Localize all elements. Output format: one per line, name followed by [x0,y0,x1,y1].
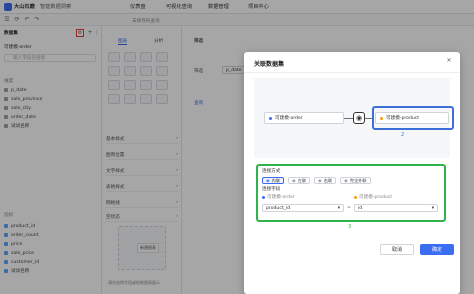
join-dataset-dialog: 关联数据集 ✕ 可建模-order ◉ 可建模-product 2 连接方式 ◉… [244,52,460,294]
close-icon[interactable]: ✕ [446,58,452,64]
ok-button[interactable]: 确定 [420,244,454,255]
dialog-title: 关联数据集 [254,61,285,68]
join-inner-option[interactable]: ◉ 内联 [262,177,285,184]
join-method-options: ◉ 内联 ◉ 左联 ◉ 右联 ◉ 完全外联 [262,177,371,184]
annotation-3: 3 [348,224,352,230]
join-method-label: 连接方式 [262,169,281,174]
right-dataset-label: 可建模-product [354,194,392,200]
left-dataset-label: 可建模-order [262,194,295,200]
cancel-button[interactable]: 取消 [380,244,414,255]
join-field-label: 连接字段 [262,187,281,192]
title-divider [244,72,460,73]
left-join-field-select[interactable]: product_id ▾ [262,204,344,212]
dataset-node-product[interactable]: 可建模-product [375,112,449,124]
join-left-option[interactable]: ◉ 左联 [288,177,311,184]
join-operator: = [347,205,351,210]
join-type-icon[interactable]: ◉ [353,112,365,124]
annotation-2: 2 [401,132,405,138]
highlight-box-3 [256,164,446,222]
join-full-option[interactable]: ◉ 完全外联 [340,177,371,184]
join-right-option[interactable]: ◉ 右联 [314,177,337,184]
right-join-field-select[interactable]: id ▾ [354,204,438,212]
dataset-node-order[interactable]: 可建模-order [264,112,344,124]
